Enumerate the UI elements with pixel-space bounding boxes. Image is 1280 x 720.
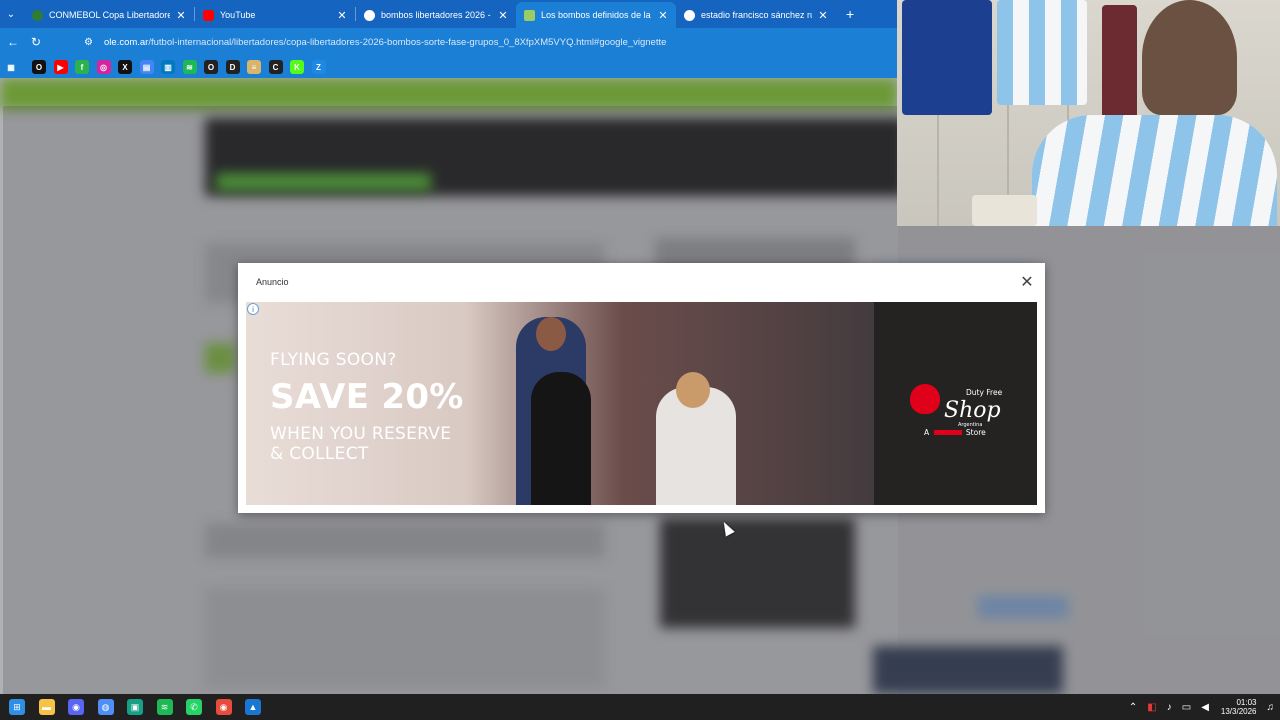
c-icon[interactable]: C [268,60,283,74]
tab-youtube[interactable]: YouTube ✕ [195,2,355,28]
tray-app-icon[interactable]: ◧ [1147,702,1156,713]
network-icon[interactable]: ▭ [1182,702,1191,713]
system-tray: ⌃ ◧ ♪ ▭ ◀ 01:03 13/3/2026 ♫ [1119,694,1274,720]
clock-date: 13/3/2026 [1220,707,1257,716]
tab-title: CONMEBOL Copa Libertadores [49,10,170,20]
tab-strip: ⌄ CONMEBOL Copa Libertadores ✕ YouTube ✕… [0,0,898,28]
google-favicon-icon [684,9,695,21]
chrome-icon[interactable]: ◉ [215,699,232,715]
microphone-icon[interactable]: ♪ [1167,702,1172,713]
youtube-favicon-icon [203,9,214,21]
apps-grid-icon[interactable]: ▦ [4,60,18,74]
google-favicon-icon [364,9,375,21]
ad-banner[interactable]: i FLYING SOON? SAVE 20% WHEN YOU RESERVE… [246,302,1037,505]
address-bar[interactable]: ⚙ ole.com.ar /futbol-internacional/liber… [78,32,896,52]
jersey-argentina [997,0,1087,105]
person-head [1142,0,1237,115]
ole-icon[interactable]: O [32,60,46,74]
tab-conmebol[interactable]: CONMEBOL Copa Libertadores ✕ [24,2,194,28]
ad-headline-2: SAVE 20% [270,377,464,417]
photo-woman-left [531,372,591,505]
brand-name: Shop [944,398,1001,423]
brand-store-prefix: A [924,428,930,437]
screen: ⌄ CONMEBOL Copa Libertadores ✕ YouTube ✕… [0,0,1280,720]
tab-close-icon[interactable]: ✕ [658,9,668,22]
docs-icon[interactable]: ▤ [139,60,154,74]
brand-store-logo [933,430,962,435]
x-icon[interactable]: X [118,60,132,74]
whatsapp-icon[interactable]: ✆ [186,699,202,715]
conmebol-favicon-icon [32,9,43,21]
close-icon[interactable]: ✕ [1018,273,1036,291]
ole-alt-icon[interactable]: O [204,60,218,74]
jersey-blue [902,0,992,115]
tab-search-chevron-icon[interactable]: ⌄ [2,5,20,23]
youtube-icon[interactable]: ▶ [53,60,68,74]
ad-headline-4: & COLLECT [270,444,369,464]
tab-google-search[interactable]: bombos libertadores 2026 - Bu ✕ [356,2,516,28]
spotify-icon[interactable]: ≋ [182,60,197,74]
site-info-icon[interactable]: ⚙ [84,37,96,48]
z-icon[interactable]: Z [311,60,326,74]
ad-modal: Anuncio ✕ i FLYING SOON? SAVE 20% WHEN Y… [238,263,1045,513]
ad-brand-panel: Duty Free Shop Argentina A Store [874,302,1037,505]
spotify-icon[interactable]: ≋ [156,699,173,715]
clock-time: 01:03 [1236,698,1257,707]
bookmarks-bar: ▦ O ▶ f ◎ X ▤ ▥ ≋ O D ≡ C K Z [0,56,898,78]
discord-icon[interactable]: ◉ [68,699,84,715]
clock[interactable]: 01:03 13/3/2026 [1221,698,1257,716]
webcam-overlay [897,0,1280,226]
ad-info-icon[interactable]: i [247,303,259,315]
instagram-icon[interactable]: ◎ [96,60,111,74]
apple-logo-icon [910,384,940,414]
tab-close-icon[interactable]: ✕ [498,9,508,22]
tab-ole-active[interactable]: Los bombos definidos de la Co ✕ [516,2,676,28]
tray-chevron-icon[interactable]: ⌃ [1129,702,1137,713]
app-blue-icon[interactable]: ◍ [97,699,114,715]
windows-taskbar: ⊞ ▬ ◉ ◍ ▣ ≋ ✆ ◉ ▲ ⌃ ◧ ♪ ▭ ◀ 01:03 13/3/2026 ♫ [0,694,1280,720]
person-shirt [1032,115,1277,226]
browser-toolbar: ← → ↻ ⚙ ole.com.ar /futbol-internacional… [0,28,1280,720]
reload-icon[interactable]: ↻ [26,32,46,52]
windows-start-icon[interactable]: ⊞ [9,699,25,715]
volume-icon[interactable]: ◀ [1201,702,1209,713]
tab-title: bombos libertadores 2026 - Bu [381,10,492,20]
new-tab-plus-icon[interactable]: + [846,6,854,22]
tab-title: Los bombos definidos de la Co [541,10,652,20]
modal-title: Anuncio [256,277,289,287]
ad-headline-1: FLYING SOON? [270,350,397,370]
url-path: /futbol-internacional/libertadores/copa-… [148,36,667,48]
tab-title: estadio francisco sánchez rum [701,10,812,20]
back-arrow-icon[interactable]: ← [3,32,23,52]
photo-man-head [536,317,566,351]
tab-close-icon[interactable]: ✕ [818,9,828,22]
chair [972,195,1037,226]
photos-icon[interactable]: ▲ [245,699,261,715]
photo-woman-right-head [676,372,710,408]
feedly-icon[interactable]: f [75,60,89,74]
brand-store-suffix: Store [965,428,986,437]
kick-icon[interactable]: K [290,60,304,74]
notifications-bell-icon[interactable]: ♫ [1267,702,1275,713]
tab-close-icon[interactable]: ✕ [337,9,347,22]
brand-store-line: A Store [924,428,986,437]
file-explorer-icon[interactable]: ▬ [38,699,55,715]
trello-icon[interactable]: ▥ [161,60,175,74]
url-domain: ole.com.ar [104,36,149,48]
app-green-icon[interactable]: ▣ [127,699,143,715]
burger-icon[interactable]: ≡ [247,60,261,74]
ad-headline-3: WHEN YOU RESERVE [270,424,452,444]
ole-favicon-icon [524,9,535,21]
bar-icon[interactable]: D [225,60,240,74]
tab-google-search-2[interactable]: estadio francisco sánchez rum ✕ [676,2,836,28]
tab-close-icon[interactable]: ✕ [176,9,186,22]
brand-duty-free: Duty Free [966,388,1003,397]
tab-title: YouTube [220,10,256,20]
